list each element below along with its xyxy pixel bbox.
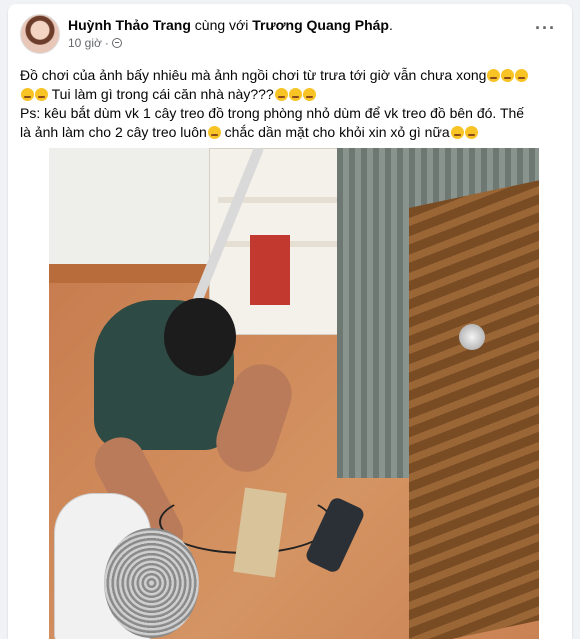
laughing-emoji-icon (302, 88, 316, 101)
sad-emoji-icon (21, 88, 34, 101)
author-name[interactable]: Huỳnh Thảo Trang (68, 17, 191, 33)
post-line-3: Ps: kêu bắt dùm vk 1 cây treo đồ trong p… (20, 105, 525, 121)
laughing-emoji-icon (501, 69, 515, 82)
post-header: Huỳnh Thảo Trang cùng với Trương Quang P… (20, 14, 560, 58)
laughing-emoji-icon (487, 69, 501, 82)
post-photo[interactable] (49, 148, 539, 639)
post-line-1: Đồ chơi của ảnh bấy nhiêu mà ảnh ngồi ch… (20, 66, 565, 85)
post-time[interactable]: 10 giờ (68, 36, 102, 50)
photo-man-head (164, 298, 236, 376)
post-line-4: là ảnh làm cho 2 cây treo luôn chắc dần … (20, 123, 565, 142)
grinning-emoji-icon (450, 126, 464, 139)
photo-door (409, 179, 539, 639)
meta-dot: · (104, 36, 109, 50)
post-text: Đồ chơi của ảnh bấy nhiêu mà ảnh ngồi ch… (20, 66, 565, 142)
with-text: cùng với (194, 17, 249, 33)
laughing-emoji-icon (274, 88, 288, 101)
photo-door-knob (459, 324, 485, 350)
author-avatar[interactable] (20, 14, 60, 54)
globe-icon[interactable] (111, 38, 122, 48)
grinning-emoji-icon (464, 126, 478, 139)
more-options-button[interactable]: ··· (535, 18, 556, 39)
grinning-emoji-icon (207, 126, 221, 139)
photo-fan-grille (104, 528, 199, 638)
laughing-emoji-icon (288, 88, 302, 101)
author-line: Huỳnh Thảo Trang cùng với Trương Quang P… (68, 16, 393, 34)
tagged-name[interactable]: Trương Quang Pháp (252, 17, 389, 33)
post-card: Huỳnh Thảo Trang cùng với Trương Quang P… (8, 4, 572, 639)
sad-emoji-icon (35, 88, 48, 101)
laughing-emoji-icon (515, 69, 529, 82)
post-meta: 10 giờ · (68, 36, 122, 50)
period: . (388, 17, 393, 33)
post-line-2: Tui làm gì trong cái căn nhà này??? (20, 85, 565, 104)
